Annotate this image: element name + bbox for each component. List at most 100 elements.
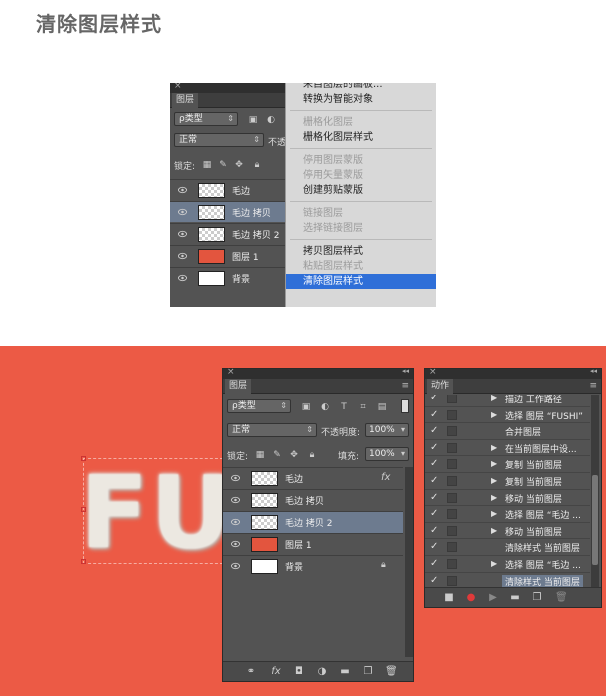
dialog-toggle[interactable]	[447, 426, 457, 437]
action-row[interactable]: ✓ ▶ 选择 图层 “毛边 ...	[425, 505, 590, 522]
action-row[interactable]: ✓ 清除样式 当前图层	[425, 538, 590, 555]
stop-icon[interactable]: ■	[443, 592, 455, 604]
trash-icon[interactable]: 🗑︎	[385, 666, 398, 678]
close-icon[interactable]: ×	[227, 367, 235, 377]
action-row[interactable]: ✓ ▶ 移动 当前图层	[425, 521, 590, 539]
blend-mode-select[interactable]: 正常 ⇕	[227, 423, 317, 437]
transform-bounding-box[interactable]	[81, 456, 223, 564]
dialog-toggle[interactable]	[447, 492, 457, 503]
dialog-toggle[interactable]	[447, 442, 457, 453]
link-icon[interactable]: ⚭	[245, 666, 257, 678]
layer-row[interactable]: 图层 1	[170, 245, 290, 266]
layer-row[interactable]: 背景	[170, 267, 290, 288]
menu-item[interactable]: 链接图层	[286, 206, 436, 221]
menu-item[interactable]: 停用矢量蒙版	[286, 168, 436, 183]
action-row[interactable]: ✓ ▶ 选择 图层 “毛边 ...	[425, 555, 590, 572]
action-row[interactable]: ✓ 合并图层	[425, 422, 590, 439]
mask-icon[interactable]: ◘	[293, 666, 305, 678]
eye-icon[interactable]	[231, 474, 240, 482]
check-icon[interactable]: ✓	[430, 492, 438, 503]
check-icon[interactable]: ✓	[430, 508, 438, 519]
layer-row[interactable]: 图层 1	[223, 533, 403, 555]
trash-icon[interactable]: 🗑︎	[555, 592, 568, 604]
fx-badge[interactable]: fx	[381, 472, 390, 483]
expand-triangle-icon[interactable]: ▶	[491, 443, 497, 452]
expand-triangle-icon[interactable]: ▶	[491, 476, 497, 485]
dialog-toggle[interactable]	[447, 476, 457, 486]
check-icon[interactable]: ✓	[430, 575, 438, 586]
lock-transparent-icon[interactable]: ▦	[202, 160, 212, 170]
blend-mode-select[interactable]: 正常 ⇕	[174, 133, 264, 147]
action-row[interactable]: ✓ ▶ 复制 当前图层	[425, 472, 590, 489]
check-icon[interactable]: ✓	[430, 475, 438, 486]
check-icon[interactable]: ✓	[430, 525, 438, 536]
panel-menu-icon[interactable]: ≡	[401, 381, 409, 391]
adjustment-icon[interactable]: ◑	[316, 666, 328, 678]
actions-scrollbar[interactable]	[591, 395, 599, 587]
expand-triangle-icon[interactable]: ▶	[491, 493, 497, 502]
action-row[interactable]: ✓ 清除样式 当前图层	[425, 571, 590, 587]
action-row[interactable]: ✓ ▶ 复制 当前图层	[425, 455, 590, 472]
tab-layers[interactable]: 图层	[172, 93, 199, 108]
new-action-icon[interactable]: ❐	[531, 592, 543, 604]
dialog-toggle[interactable]	[447, 409, 457, 420]
filter-toggle[interactable]	[401, 399, 409, 413]
menu-item[interactable]: 栅格化图层	[286, 115, 436, 130]
lock-paint-icon[interactable]: ✎	[272, 450, 282, 460]
type-filter-icon[interactable]: T	[339, 402, 349, 412]
action-row[interactable]: ✓ ▶ 选择 图层 “FUSHI”	[425, 405, 590, 423]
tab-layers[interactable]: 图层	[225, 379, 252, 394]
expand-triangle-icon[interactable]: ▶	[491, 509, 497, 518]
check-icon[interactable]: ✓	[430, 442, 438, 453]
check-icon[interactable]: ✓	[430, 541, 438, 552]
expand-triangle-icon[interactable]: ▶	[491, 459, 497, 468]
filter-kind-select[interactable]: ρ类型 ⇕	[227, 399, 291, 413]
menu-item[interactable]: 来自图层的画板...	[286, 83, 436, 92]
check-icon[interactable]: ✓	[430, 425, 438, 436]
layer-row[interactable]: 毛边 拷贝 2	[223, 511, 403, 533]
dialog-toggle[interactable]	[447, 559, 457, 569]
expand-triangle-icon[interactable]: ▶	[491, 395, 497, 402]
menu-item[interactable]: 创建剪贴蒙版	[286, 183, 436, 198]
panel-menu-icon[interactable]: ≡	[589, 381, 597, 391]
expand-triangle-icon[interactable]: ▶	[491, 559, 497, 568]
adjustment-filter-icon[interactable]: ◐	[320, 402, 330, 412]
transform-handle[interactable]	[81, 507, 86, 512]
expand-triangle-icon[interactable]: ▶	[491, 526, 497, 535]
fill-input[interactable]: 100% ▾	[365, 447, 409, 461]
menu-item[interactable]: 粘贴图层样式	[286, 259, 436, 274]
eye-icon[interactable]	[231, 540, 240, 548]
check-icon[interactable]: ✓	[430, 395, 438, 403]
dialog-toggle[interactable]	[447, 525, 457, 536]
opacity-input[interactable]: 100% ▾	[365, 423, 409, 437]
layer-row[interactable]: 毛边 拷贝	[223, 489, 403, 511]
check-icon[interactable]: ✓	[430, 458, 438, 469]
collapse-icon[interactable]: ◂◂	[590, 367, 597, 375]
lock-all-icon[interactable]: 🔒︎	[307, 450, 317, 460]
dialog-toggle[interactable]	[447, 575, 457, 586]
menu-item[interactable]: 栅格化图层样式	[286, 130, 436, 145]
lock-transparent-icon[interactable]: ▦	[255, 450, 265, 460]
dialog-toggle[interactable]	[447, 509, 457, 520]
menu-item[interactable]: 选择链接图层	[286, 221, 436, 236]
smart-object-filter-icon[interactable]: ▤	[377, 402, 387, 412]
new-layer-icon[interactable]: ❐	[362, 666, 374, 678]
layer-row[interactable]: 毛边	[170, 179, 290, 200]
eye-icon[interactable]	[178, 230, 187, 238]
check-icon[interactable]: ✓	[430, 558, 438, 569]
lock-all-icon[interactable]: 🔒︎	[252, 160, 262, 170]
play-icon[interactable]: ▶	[487, 592, 499, 604]
scroll-thumb[interactable]	[592, 475, 598, 565]
layer-row[interactable]: 毛边 拷贝	[170, 201, 290, 222]
eye-icon[interactable]	[231, 518, 240, 526]
layer-row[interactable]: 毛边 拷贝 2	[170, 223, 290, 244]
folder-icon[interactable]: ▬	[509, 592, 521, 604]
dialog-toggle[interactable]	[447, 395, 457, 403]
eye-icon[interactable]	[178, 274, 187, 282]
eye-icon[interactable]	[231, 562, 240, 570]
layers-scrollbar[interactable]	[405, 467, 413, 657]
eye-icon[interactable]	[178, 252, 187, 260]
action-row[interactable]: ✓ ▶ 移动 当前图层	[425, 488, 590, 506]
shape-filter-icon[interactable]: ⌗	[358, 402, 368, 412]
eye-icon[interactable]	[178, 186, 187, 194]
